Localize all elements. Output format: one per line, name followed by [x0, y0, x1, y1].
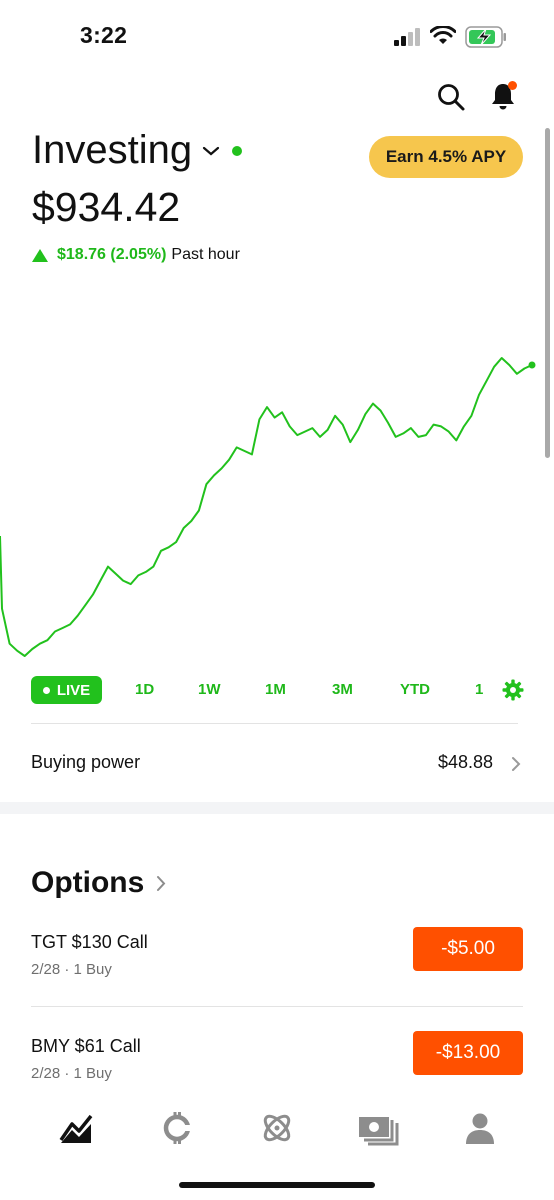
battery-charging-icon — [465, 26, 506, 48]
range-tab-1w[interactable]: 1W — [198, 681, 221, 698]
page-title: Investing — [32, 128, 193, 172]
range-tab-live[interactable]: LIVE — [31, 676, 102, 704]
status-bar: 3:22 — [0, 0, 554, 70]
option-name: TGT $130 Call — [31, 932, 148, 952]
section-divider — [0, 802, 554, 814]
range-tab-1y[interactable]: 1 — [475, 681, 483, 698]
buying-power-row[interactable]: Buying power $48.88 — [31, 752, 521, 778]
options-row[interactable]: BMY $61 Call 2/28 · 1 Buy -$13.00 — [31, 1031, 523, 1096]
range-tab-3m[interactable]: 3M — [332, 681, 353, 698]
options-row[interactable]: TGT $130 Call 2/28 · 1 Buy -$5.00 — [31, 927, 523, 992]
option-details: 2/28 · 1 Buy — [31, 961, 112, 978]
investing-icon[interactable] — [58, 1110, 94, 1146]
buying-power-label: Buying power — [31, 752, 141, 772]
notifications-bell-icon[interactable] — [488, 80, 518, 112]
live-dot-icon — [42, 686, 50, 694]
scrollbar[interactable] — [545, 128, 550, 458]
cellular-signal-icon — [394, 28, 420, 46]
browse-icon[interactable] — [259, 1110, 295, 1146]
earn-apy-button[interactable]: Earn 4.5% APY — [369, 136, 523, 178]
gear-icon[interactable] — [502, 679, 524, 701]
chart-series-line — [0, 357, 533, 657]
bottom-nav — [0, 1098, 554, 1158]
account-icon[interactable] — [462, 1110, 498, 1146]
options-header[interactable]: Options — [31, 866, 166, 900]
chevron-right-icon — [512, 757, 521, 771]
chart-current-point — [528, 361, 536, 369]
title-row[interactable]: Investing — [32, 128, 243, 173]
options-title: Options — [31, 866, 145, 899]
change-period: Past hour — [171, 246, 240, 263]
home-indicator — [179, 1182, 375, 1188]
option-pnl-pill[interactable]: -$13.00 — [413, 1031, 523, 1075]
range-selector: LIVE 1D 1W 1M 3M YTD 1 — [0, 676, 554, 706]
range-tab-ytd[interactable]: YTD — [400, 681, 430, 698]
transfers-icon[interactable] — [358, 1110, 400, 1146]
crypto-icon[interactable] — [159, 1110, 195, 1146]
option-pnl-pill[interactable]: -$5.00 — [413, 927, 523, 971]
chevron-down-icon[interactable] — [202, 145, 220, 157]
divider — [31, 1006, 523, 1007]
buying-power-value: $48.88 — [437, 752, 493, 772]
option-name: BMY $61 Call — [31, 1036, 141, 1056]
range-tab-1m[interactable]: 1M — [265, 681, 286, 698]
divider — [31, 723, 518, 724]
status-time: 3:22 — [80, 22, 128, 48]
change-amount: $18.76 (2.05%) — [57, 246, 167, 263]
range-tab-1d[interactable]: 1D — [135, 681, 154, 698]
chevron-right-icon — [157, 875, 166, 891]
portfolio-line-chart[interactable] — [0, 330, 554, 670]
up-arrow-icon — [32, 248, 48, 262]
option-details: 2/28 · 1 Buy — [31, 1065, 112, 1082]
range-tab-live-label: LIVE — [56, 681, 91, 699]
portfolio-value: $934.42 — [32, 184, 181, 230]
portfolio-change: $18.76 (2.05%) Past hour — [32, 246, 240, 264]
wifi-icon — [430, 26, 456, 44]
search-icon[interactable] — [436, 82, 466, 112]
live-status-dot — [232, 145, 243, 156]
